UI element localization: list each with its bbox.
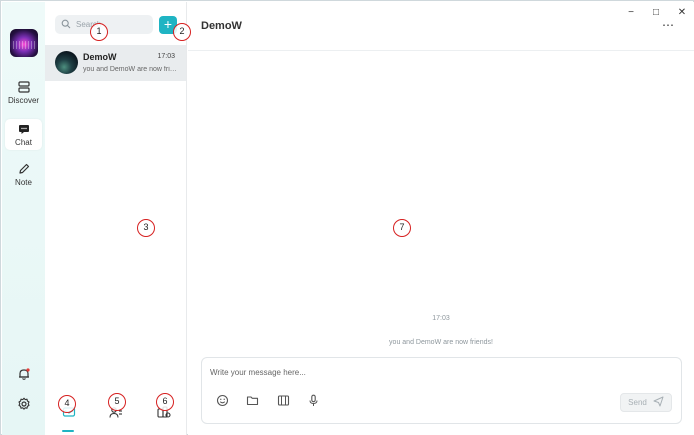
maximize-button[interactable]: □ (648, 5, 664, 19)
annotation-marker: 5 (108, 393, 126, 411)
search-input[interactable] (76, 20, 146, 29)
folder-icon (246, 394, 259, 412)
conversation-item[interactable]: DemoW 17:03 you and DemoW are now frie..… (45, 45, 186, 81)
message-input[interactable] (210, 368, 590, 384)
rail-item-label: Discover (7, 96, 40, 105)
message-composer: Send (201, 357, 682, 424)
note-pen-icon (17, 162, 31, 176)
emoji-button[interactable] (215, 394, 229, 412)
message-timestamp: 17:03 (432, 315, 450, 322)
chat-title: DemoW (201, 20, 242, 32)
chat-panel: DemoW ⋯ − □ ✕ 17:03 you and DemoW are no… (188, 2, 694, 435)
annotation-marker: 3 (137, 219, 155, 237)
image-button[interactable] (276, 394, 290, 412)
more-options-button[interactable]: ⋯ (662, 19, 675, 31)
rail-item-label: Chat (15, 138, 32, 147)
rail-item-note[interactable]: Note (5, 162, 42, 192)
image-gallery-icon (277, 394, 290, 412)
annotation-marker: 1 (90, 23, 108, 41)
send-button[interactable]: Send (620, 393, 672, 412)
avatar[interactable] (10, 29, 38, 57)
voice-button[interactable] (306, 394, 320, 412)
discover-icon (17, 80, 31, 94)
conversation-time: 17:03 (157, 53, 175, 60)
close-button[interactable]: ✕ (674, 5, 690, 19)
annotation-marker: 6 (156, 393, 174, 411)
chat-bubble-icon (17, 122, 31, 136)
active-tab-indicator (62, 430, 74, 432)
app-window: Discover Chat Note Search + DemoW 17:03 … (0, 0, 694, 435)
system-message: you and DemoW are now friends! (389, 339, 493, 346)
contact-avatar (55, 51, 78, 74)
annotation-marker: 7 (393, 219, 411, 237)
annotation-marker: 2 (173, 23, 191, 41)
chat-header: DemoW ⋯ − □ ✕ (188, 2, 694, 51)
conversation-list-panel: + DemoW 17:03 you and DemoW are now frie… (45, 2, 187, 435)
send-label: Send (628, 398, 647, 407)
gear-icon (17, 397, 31, 416)
notification-button[interactable] (16, 367, 32, 386)
conversation-preview: you and DemoW are now frie... (83, 66, 178, 73)
bell-icon (17, 367, 31, 386)
minimize-button[interactable]: − (623, 5, 639, 19)
conversation-name: DemoW (83, 52, 117, 62)
paper-plane-icon (653, 394, 664, 412)
emoji-icon (216, 394, 229, 412)
settings-button[interactable] (16, 397, 32, 416)
navigation-rail: Discover Chat Note (2, 2, 45, 435)
microphone-icon (307, 394, 320, 412)
annotation-marker: 4 (58, 395, 76, 413)
file-button[interactable] (245, 396, 259, 410)
rail-item-chat[interactable]: Chat (5, 119, 42, 150)
rail-item-label: Note (15, 178, 32, 187)
search-icon (61, 16, 71, 34)
rail-item-discover[interactable]: Discover (5, 80, 42, 110)
